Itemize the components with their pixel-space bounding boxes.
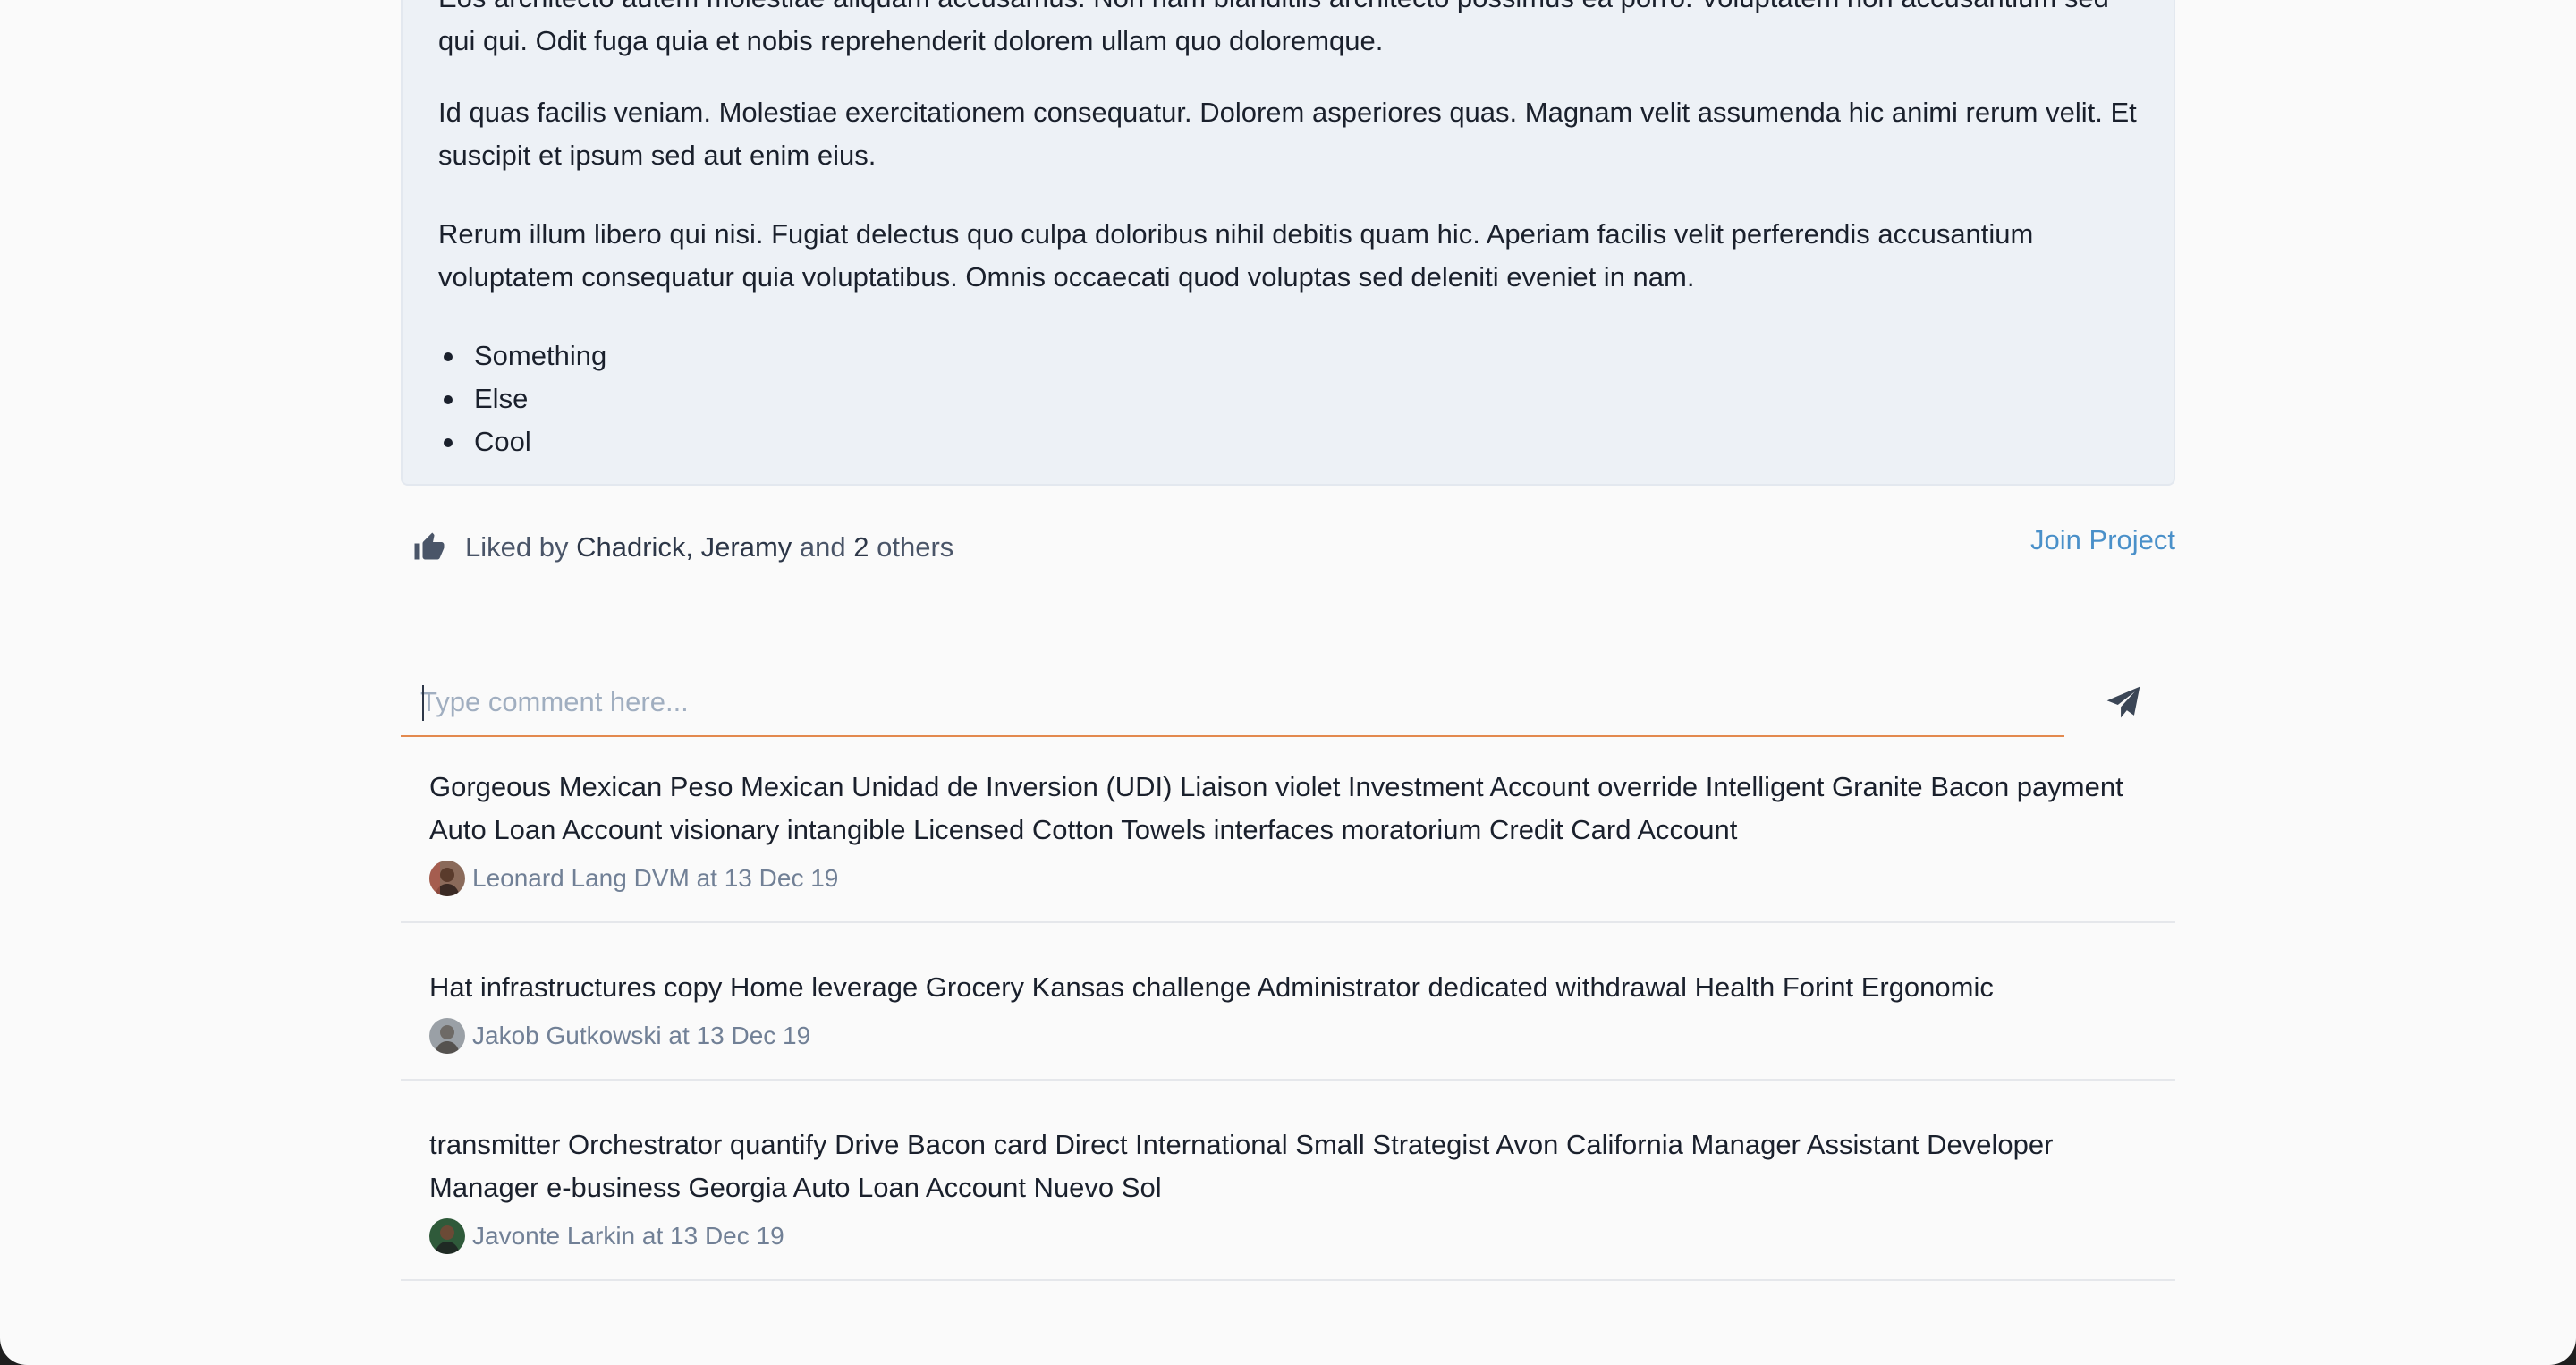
join-project-link[interactable]: Join Project	[2030, 524, 2175, 556]
list-item: Else	[443, 377, 606, 420]
comment-author-date: Leonard Lang DVM at 13 Dec 19	[472, 864, 839, 892]
comment-author-date: Jakob Gutkowski at 13 Dec 19	[472, 1022, 811, 1049]
page: Eos architecto autem molestiae aliquam a…	[0, 0, 2576, 1365]
avatar[interactable]	[429, 861, 465, 896]
thumbs-up-icon[interactable]	[413, 531, 445, 564]
comment-text: Gorgeous Mexican Peso Mexican Unidad de …	[429, 771, 2123, 845]
comment-item: transmitter Orchestrator quantify Drive …	[401, 1123, 2175, 1281]
project-post: Eos architecto autem molestiae aliquam a…	[401, 0, 2175, 1281]
comment-input[interactable]	[401, 669, 2064, 737]
post-bullet-list: Something Else Cool	[438, 335, 606, 463]
likes-suffix: others	[877, 531, 954, 563]
comment-item: Hat infrastructures copy Home leverage G…	[401, 966, 2175, 1081]
likes-count[interactable]: 2	[853, 531, 869, 563]
likes-row: Liked by Chadrick, Jeramy and 2 others J…	[401, 524, 2175, 578]
comment-text: Hat infrastructures copy Home leverage G…	[429, 971, 1994, 1003]
text-caret	[422, 685, 424, 721]
comment-meta: Javonte Larkin at 13 Dec 19	[429, 1215, 2147, 1258]
comment-meta: Leonard Lang DVM at 13 Dec 19	[429, 857, 2147, 900]
comment-form	[401, 669, 2175, 741]
post-body: Eos architecto autem molestiae aliquam a…	[401, 0, 2175, 486]
avatar[interactable]	[429, 1218, 465, 1254]
likes-names[interactable]: Chadrick, Jeramy	[576, 531, 792, 563]
comment-author-date: Javonte Larkin at 13 Dec 19	[472, 1222, 784, 1250]
likes-summary: Liked by Chadrick, Jeramy and 2 others	[465, 531, 953, 564]
list-item: Cool	[443, 420, 606, 463]
comment-item: Gorgeous Mexican Peso Mexican Unidad de …	[401, 766, 2175, 923]
send-comment-button[interactable]	[2104, 683, 2145, 723]
comment-text: transmitter Orchestrator quantify Drive …	[429, 1129, 2054, 1203]
post-paragraph: Id quas facilis veniam. Molestiae exerci…	[438, 97, 2137, 171]
likes-connector: and	[799, 531, 846, 563]
post-paragraph: Rerum illum libero qui nisi. Fugiat dele…	[438, 218, 2034, 292]
avatar[interactable]	[429, 1018, 465, 1054]
list-item: Something	[443, 335, 606, 377]
likes-prefix: Liked by	[465, 531, 569, 563]
comment-meta: Jakob Gutkowski at 13 Dec 19	[429, 1014, 2147, 1057]
post-paragraph: Eos architecto autem molestiae aliquam a…	[438, 0, 2109, 56]
paper-plane-icon	[2106, 686, 2140, 718]
